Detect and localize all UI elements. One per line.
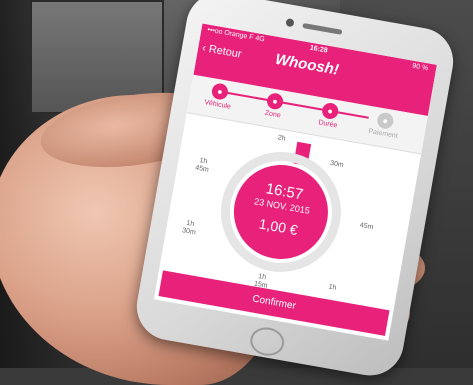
step-duree[interactable]: ● Durée [303, 99, 357, 132]
step-paiement[interactable]: ● Paiement [358, 109, 412, 142]
back-label: Retour [207, 43, 243, 61]
car-icon: ● [210, 82, 230, 101]
back-button[interactable]: ‹ Retour [201, 42, 242, 61]
clock-icon: ● [320, 101, 340, 121]
phone-screen: •••oo Orange F 4G 16:28 90 % ‹ Retour Wh… [153, 23, 437, 341]
step-vehicule[interactable]: ● Véhicule [192, 79, 246, 112]
status-battery: 90 % [411, 62, 429, 73]
card-icon: ● [376, 111, 395, 130]
duration-dial[interactable]: 16:57 23 NOV. 2015 1,00 € [211, 142, 351, 282]
status-time: 16:28 [309, 44, 329, 55]
dial-label-2h: 2h [277, 134, 287, 143]
step-label: Paiement [367, 128, 399, 141]
step-zone[interactable]: ● Zone [247, 89, 301, 122]
step-label: Zone [264, 109, 282, 120]
app-logo: Whoosh! [273, 50, 341, 79]
step-label: Véhicule [203, 99, 232, 111]
dial-label-1h45: 1h 45m [194, 157, 210, 174]
pin-icon: ● [265, 92, 285, 111]
dial-label-1h30: 1h 30m [181, 219, 197, 237]
step-label: Durée [317, 119, 338, 130]
dial-label-1h: 1h [328, 283, 337, 292]
dial-label-45m: 45m [359, 221, 374, 232]
